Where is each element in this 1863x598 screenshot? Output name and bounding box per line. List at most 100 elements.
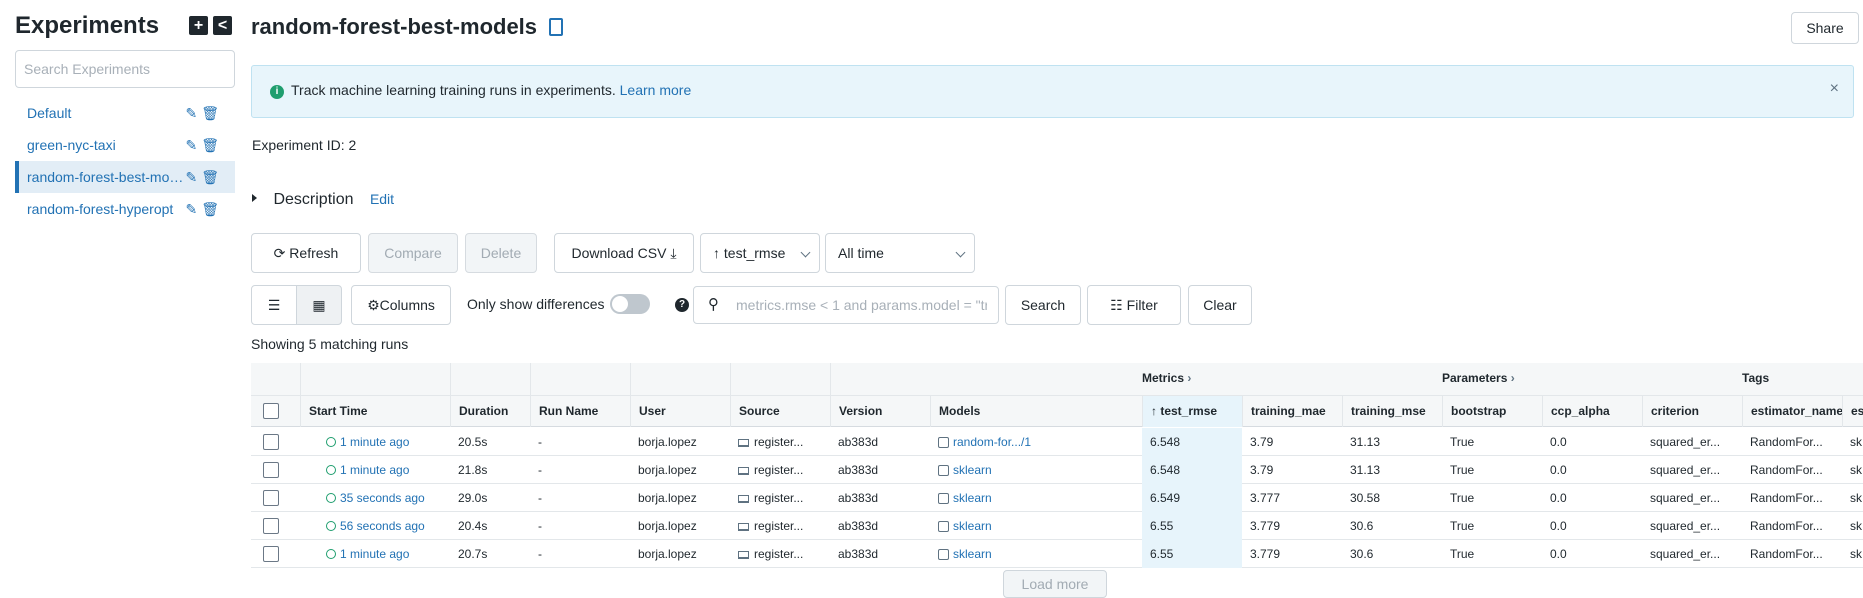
caret-right-icon[interactable]	[252, 194, 257, 202]
criterion-cell-text: squared_er...	[1650, 519, 1721, 533]
table-row[interactable]: 35 seconds ago 29.0s - borja.lopez register.…	[251, 484, 1863, 512]
trash-icon[interactable]: 🗑	[201, 105, 223, 121]
start-time-cell-text[interactable]: 56 seconds ago	[340, 519, 425, 533]
trash-icon[interactable]: 🗑	[201, 137, 223, 153]
column-bootstrap[interactable]: bootstrap	[1442, 396, 1542, 427]
model-cell-text[interactable]: sklearn	[953, 519, 992, 533]
column-group-header: Metrics › Parameters › Tags	[251, 363, 1863, 396]
row-checkbox[interactable]	[263, 546, 279, 562]
column-models[interactable]: Models	[930, 396, 1142, 427]
check-circle-icon	[326, 437, 336, 447]
run-name-cell-text: -	[538, 491, 542, 505]
model-cell[interactable]: sklearn	[930, 484, 1142, 512]
parameters-group-label[interactable]: Parameters ›	[1442, 371, 1515, 385]
load-more-button[interactable]: Load more	[1003, 570, 1107, 598]
start-time-cell-text[interactable]: 1 minute ago	[340, 547, 409, 561]
table-view-button[interactable]: ▦	[296, 285, 342, 325]
add-experiment-button[interactable]: +	[189, 16, 208, 35]
sidebar-item-random-forest-hyperopt[interactable]: random-forest-hyperopt ✎🗑	[15, 193, 235, 225]
description-section[interactable]: Description Edit	[252, 191, 394, 209]
close-icon[interactable]: ×	[1830, 80, 1839, 98]
model-cell[interactable]: sklearn	[930, 512, 1142, 540]
column-duration[interactable]: Duration	[450, 396, 530, 427]
model-cell-text[interactable]: sklearn	[953, 463, 992, 477]
model-cell-text[interactable]: sklearn	[953, 547, 992, 561]
trash-icon[interactable]: 🗑	[201, 169, 223, 185]
edit-description-link[interactable]: Edit	[370, 191, 394, 207]
start-time-cell[interactable]: 1 minute ago	[300, 428, 450, 456]
sort-value: test_rmse	[723, 245, 786, 261]
description-label[interactable]: Description	[273, 191, 353, 208]
criterion-cell-text: squared_er...	[1650, 491, 1721, 505]
metrics-group-label[interactable]: Metrics ›	[1142, 371, 1191, 385]
edit-icon[interactable]: ✎	[185, 201, 201, 217]
sidebar-item-random-forest-best-models[interactable]: random-forest-best-models ✎🗑	[15, 161, 235, 193]
refresh-button[interactable]: ⟳ Refresh	[251, 233, 361, 273]
column-start-time[interactable]: Start Time	[300, 396, 450, 427]
trash-icon[interactable]: 🗑	[201, 201, 223, 217]
learn-more-link[interactable]: Learn more	[620, 82, 692, 98]
select-all-checkbox[interactable]	[263, 403, 279, 419]
column-test-rmse[interactable]: ↑ test_rmse	[1142, 396, 1242, 427]
copy-icon[interactable]	[549, 18, 564, 36]
delete-button[interactable]: Delete	[465, 233, 537, 273]
sort-select[interactable]: ↑ test_rmse	[700, 233, 820, 273]
search-button[interactable]: Search	[1005, 285, 1081, 325]
start-time-cell[interactable]: 56 seconds ago	[300, 512, 450, 540]
sidebar-item-green-nyc-taxi[interactable]: green-nyc-taxi ✎🗑	[15, 129, 235, 161]
edit-icon[interactable]: ✎	[185, 137, 201, 153]
column-ccp-alpha[interactable]: ccp_alpha	[1542, 396, 1642, 427]
sidebar-item-default[interactable]: Default ✎🗑	[15, 97, 235, 129]
column-es[interactable]: es	[1842, 396, 1863, 427]
table-row[interactable]: 1 minute ago 21.8s - borja.lopez register...…	[251, 456, 1863, 484]
compare-button[interactable]: Compare	[368, 233, 458, 273]
row-checkbox[interactable]	[263, 434, 279, 450]
share-button[interactable]: Share	[1791, 12, 1859, 44]
column-source[interactable]: Source	[730, 396, 830, 427]
run-name-cell-text: -	[538, 519, 542, 533]
column-user[interactable]: User	[630, 396, 730, 427]
row-checkbox[interactable]	[263, 518, 279, 534]
row-checkbox[interactable]	[263, 490, 279, 506]
column-run-name[interactable]: Run Name	[530, 396, 630, 427]
model-cell[interactable]: sklearn	[930, 456, 1142, 484]
main-content: random-forest-best-models Share i Track …	[251, 0, 1863, 598]
start-time-cell-text[interactable]: 1 minute ago	[340, 463, 409, 477]
row-checkbox[interactable]	[263, 462, 279, 478]
search-experiments-input[interactable]	[15, 50, 235, 88]
criterion-cell-text: squared_er...	[1650, 547, 1721, 561]
filter-button[interactable]: ☷ Filter	[1087, 285, 1181, 325]
start-time-cell-text[interactable]: 35 seconds ago	[340, 491, 425, 505]
columns-button[interactable]: ⚙Columns	[351, 285, 451, 325]
start-time-cell[interactable]: 35 seconds ago	[300, 484, 450, 512]
start-time-cell-text[interactable]: 1 minute ago	[340, 435, 409, 449]
collapse-sidebar-button[interactable]: <	[213, 16, 232, 35]
es-cell: sk	[1842, 484, 1863, 512]
model-cell-text[interactable]: sklearn	[953, 491, 992, 505]
only-differences-toggle[interactable]	[610, 294, 650, 314]
start-time-cell[interactable]: 1 minute ago	[300, 456, 450, 484]
edit-icon[interactable]: ✎	[185, 105, 201, 121]
help-icon[interactable]: ?	[675, 298, 689, 312]
edit-icon[interactable]: ✎	[185, 169, 201, 185]
run-search-box[interactable]: ⚲	[693, 286, 999, 324]
model-icon	[938, 465, 949, 476]
model-cell[interactable]: sklearn	[930, 540, 1142, 568]
column-criterion[interactable]: criterion	[1642, 396, 1742, 427]
model-cell[interactable]: random-for.../1	[930, 428, 1142, 456]
time-range-select[interactable]: All time	[825, 233, 975, 273]
column-version[interactable]: Version	[830, 396, 930, 427]
model-cell-text[interactable]: random-for.../1	[953, 435, 1031, 449]
column-training-mse[interactable]: training_mse	[1342, 396, 1442, 427]
download-csv-button[interactable]: Download CSV ⤓	[554, 233, 694, 273]
tags-group-label[interactable]: Tags	[1742, 371, 1769, 385]
table-row[interactable]: 1 minute ago 20.7s - borja.lopez register...…	[251, 540, 1863, 568]
list-view-button[interactable]: ☰	[251, 285, 297, 325]
start-time-cell[interactable]: 1 minute ago	[300, 540, 450, 568]
column-estimator-name[interactable]: estimator_name	[1742, 396, 1842, 427]
run-search-input[interactable]	[734, 295, 989, 315]
column-training-mae[interactable]: training_mae	[1242, 396, 1342, 427]
clear-button[interactable]: Clear	[1188, 285, 1252, 325]
table-row[interactable]: 56 seconds ago 20.4s - borja.lopez register.…	[251, 512, 1863, 540]
table-row[interactable]: 1 minute ago 20.5s - borja.lopez register...…	[251, 428, 1863, 456]
